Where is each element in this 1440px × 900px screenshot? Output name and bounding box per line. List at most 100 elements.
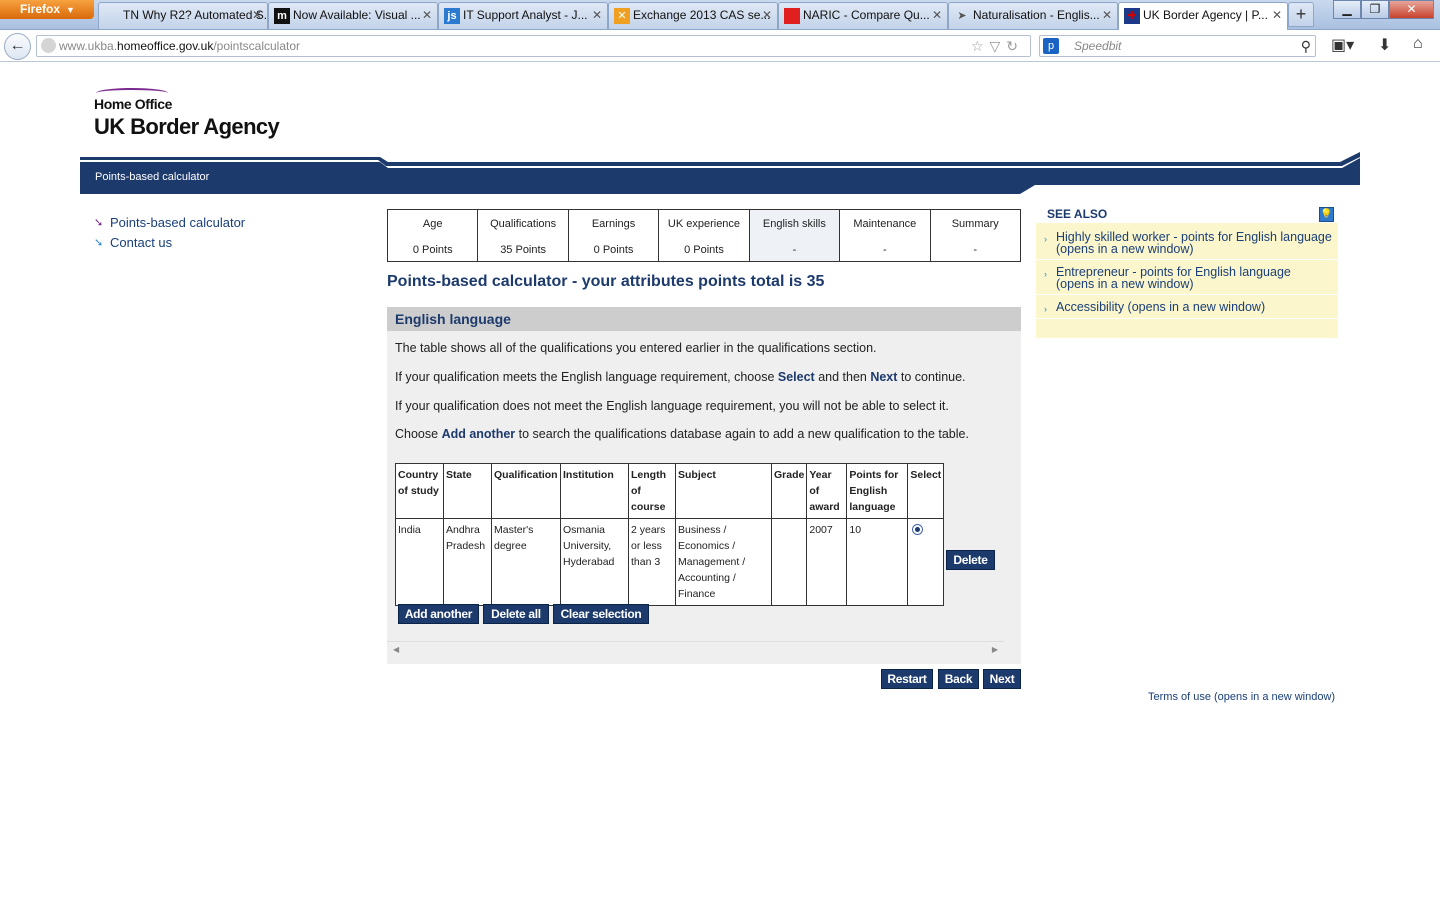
- home-office-logo-text: Home Office: [94, 96, 173, 112]
- progress-steps: Age 0 Points Qualifications 35 Points Earn…: [387, 209, 1021, 262]
- see-also-link[interactable]: › Highly skilled worker - points for Eng…: [1036, 225, 1338, 260]
- step-points: 0 Points: [593, 244, 634, 256]
- lightbulb-icon: 💡: [1319, 207, 1334, 222]
- ukba-logo-text[interactable]: UK Border Agency: [94, 114, 280, 140]
- page-title: Points-based calculator - your attribute…: [387, 273, 825, 290]
- step-label: Summary: [951, 218, 999, 230]
- see-also-panel: SEE ALSO 💡 › Highly skilled worker - poi…: [1036, 204, 1338, 338]
- maximize-button[interactable]: ❐: [1361, 0, 1389, 19]
- search-input[interactable]: p Speedbit ⚲: [1039, 35, 1316, 57]
- browser-tab[interactable]: ➤ Naturalisation - Englis... ✕: [948, 2, 1118, 29]
- scroll-left-icon[interactable]: ◀: [393, 645, 399, 654]
- close-tab-icon[interactable]: ✕: [932, 3, 942, 27]
- globe-icon: [41, 38, 56, 53]
- browser-tab[interactable]: js IT Support Analyst - J... ✕: [438, 2, 608, 29]
- home-icon[interactable]: ⌂: [1413, 35, 1423, 53]
- m-icon: m: [274, 8, 290, 24]
- column-header: Subject: [675, 463, 772, 519]
- url-domain: homeoffice.gov.uk: [117, 39, 214, 53]
- minimize-button[interactable]: ▁: [1333, 0, 1361, 19]
- left-navigation: ➘ Points-based calculator ➘ Contact us: [94, 212, 245, 252]
- breadcrumb: Points-based calculator: [95, 171, 210, 183]
- close-tab-icon[interactable]: ✕: [1102, 3, 1112, 27]
- step-summary: Summary -: [931, 210, 1020, 261]
- step-label: UK experience: [667, 218, 741, 230]
- chevron-right-icon: ›: [1044, 304, 1047, 314]
- bookmark-star-icon[interactable]: ☆▽↻: [971, 36, 1024, 56]
- firefox-menu-button[interactable]: Firefox ▼: [0, 0, 94, 19]
- requirement-text: If your qualification does not meet the …: [395, 399, 949, 413]
- delete-all-button[interactable]: Delete all: [483, 604, 549, 624]
- text: to continue.: [897, 370, 966, 384]
- back-arrow-icon[interactable]: ←: [4, 33, 31, 60]
- url-bar[interactable]: www.ukba.homeoffice.gov.uk/pointscalcula…: [36, 35, 1031, 57]
- text-add-another: Add another: [441, 427, 516, 441]
- cell-length: 2 years or less than 3: [628, 518, 676, 606]
- clear-selection-button[interactable]: Clear selection: [553, 604, 649, 624]
- link-label: Entrepreneur - points for English langua…: [1056, 265, 1291, 291]
- exchange-icon: ✕: [614, 8, 630, 24]
- link-label: Highly skilled worker - points for Engli…: [1056, 230, 1332, 256]
- cell-institution: Osmania University, Hyderabad: [560, 518, 629, 606]
- nav-item-points-calculator[interactable]: ➘ Points-based calculator: [94, 212, 245, 232]
- browser-tab[interactable]: m Now Available: Visual ... ✕: [268, 2, 438, 29]
- url-path: /pointscalculator: [213, 39, 301, 53]
- horizontal-scrollbar[interactable]: ◀ ▶: [387, 641, 1004, 657]
- text: Choose: [395, 427, 442, 441]
- step-qualifications: Qualifications 35 Points: [478, 210, 569, 261]
- arrow-icon: ➘: [94, 216, 104, 229]
- table-header-row: Country of study State Qualification Ins…: [395, 463, 945, 519]
- column-header: Year of award: [806, 463, 848, 519]
- new-tab-button[interactable]: +: [1288, 2, 1314, 27]
- tab-label: Now Available: Visual ...: [293, 8, 421, 22]
- step-label: Qualifications: [490, 218, 557, 230]
- speedbit-search-icon: p: [1043, 38, 1059, 54]
- section-title: English language: [387, 307, 1021, 331]
- step-label: Maintenance: [853, 218, 917, 230]
- back-button[interactable]: Back: [938, 669, 979, 689]
- browser-tab[interactable]: ✕ Exchange 2013 CAS se... ✕: [608, 2, 778, 29]
- column-header: Country of study: [395, 463, 444, 519]
- terms-of-use-link[interactable]: Terms of use (opens in a new window): [1148, 691, 1335, 703]
- column-header: Points for English language: [846, 463, 909, 519]
- chevron-right-icon: ›: [1044, 269, 1047, 279]
- nav-item-contact-us[interactable]: ➘ Contact us: [94, 232, 245, 252]
- step-uk-experience: UK experience 0 Points: [659, 210, 750, 261]
- bookmarks-icon[interactable]: ▣▾: [1331, 35, 1354, 55]
- close-tab-icon[interactable]: ✕: [1272, 3, 1282, 27]
- tab-label: IT Support Analyst - J...: [463, 8, 588, 22]
- browser-tab[interactable]: NARIC - Compare Qu... ✕: [778, 2, 948, 29]
- delete-row-button[interactable]: Delete: [946, 550, 995, 570]
- text-select: Select: [777, 370, 815, 384]
- close-tab-icon[interactable]: ✕: [762, 3, 772, 27]
- step-points: 0 Points: [684, 244, 724, 256]
- add-another-button[interactable]: Add another: [398, 604, 479, 624]
- close-window-button[interactable]: ✕: [1389, 0, 1434, 19]
- scroll-right-icon[interactable]: ▶: [992, 645, 998, 654]
- select-instruction: If your qualification meets the English …: [395, 370, 966, 384]
- url-prefix: www.ukba.: [59, 39, 118, 53]
- browser-tab-active[interactable]: ✚ UK Border Agency | P... ✕: [1118, 2, 1288, 30]
- next-button[interactable]: Next: [983, 669, 1021, 689]
- step-age: Age 0 Points: [388, 210, 479, 261]
- ukba-icon: ➤: [957, 10, 967, 22]
- close-tab-icon[interactable]: ✕: [252, 3, 262, 27]
- js-icon: js: [444, 8, 460, 24]
- download-icon[interactable]: ⬇: [1378, 35, 1391, 55]
- select-radio[interactable]: [912, 524, 924, 535]
- restart-button[interactable]: Restart: [881, 669, 933, 689]
- close-tab-icon[interactable]: ✕: [422, 3, 432, 27]
- browser-tab-bar: Firefox ▼ TN Why R2? Automated S... ✕ m N…: [0, 0, 1440, 30]
- see-also-header: SEE ALSO 💡: [1036, 204, 1338, 225]
- naric-icon: [784, 8, 800, 24]
- cell-country: India: [395, 518, 444, 606]
- search-icon[interactable]: ⚲: [1301, 36, 1311, 56]
- cell-subject: Business / Economics / Management / Acco…: [675, 518, 772, 606]
- tn-icon: [104, 8, 120, 24]
- step-points: 0 Points: [412, 244, 453, 256]
- see-also-link[interactable]: › Entrepreneur - points for English lang…: [1036, 260, 1338, 295]
- close-tab-icon[interactable]: ✕: [592, 3, 602, 27]
- see-also-link[interactable]: › Accessibility (opens in a new window): [1036, 295, 1338, 319]
- tab-label: Naturalisation - Englis...: [973, 8, 1100, 22]
- browser-tab[interactable]: TN Why R2? Automated S... ✕: [98, 2, 268, 29]
